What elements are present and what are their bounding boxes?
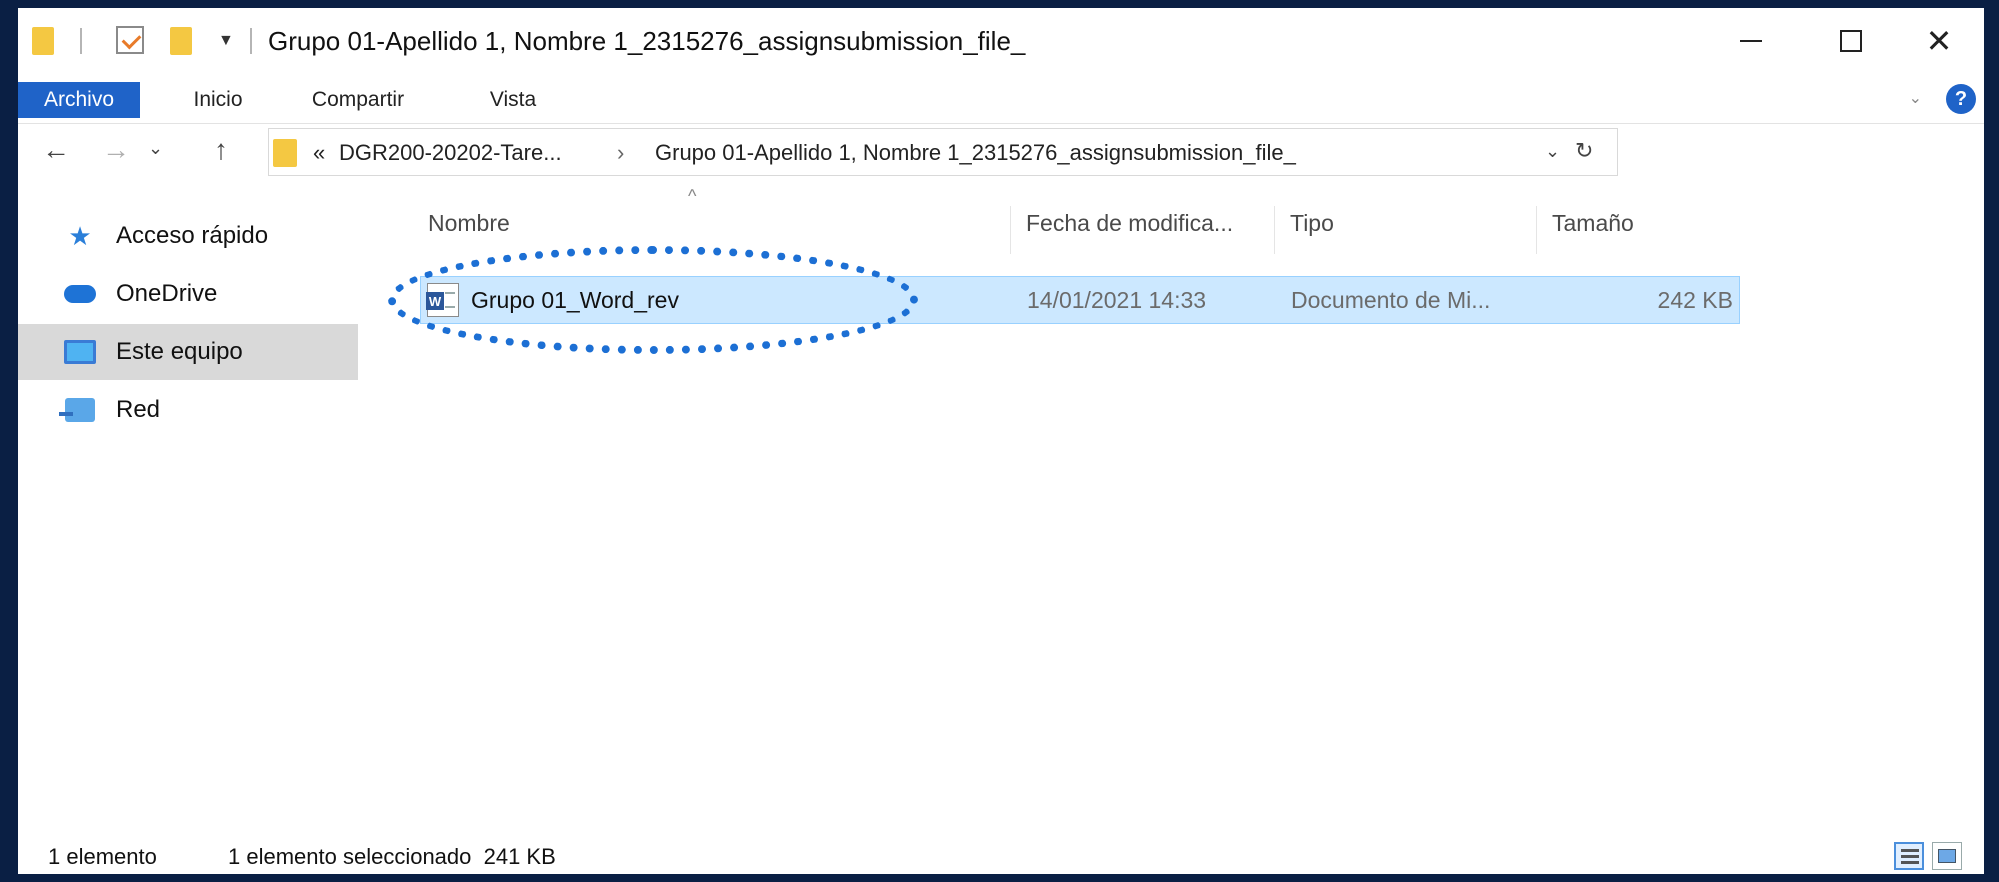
column-header-date[interactable]: Fecha de modifica... [1026,210,1233,250]
forward-arrow-icon[interactable]: → [102,134,130,166]
sidebar-item-label: Este equipo [116,338,243,365]
recent-locations-icon[interactable]: ⌄ [148,138,163,159]
status-bar: 1 elemento 1 elemento seleccionado 241 K… [18,838,1984,874]
large-icons-view-button[interactable] [1932,842,1962,870]
maximize-button[interactable] [1806,8,1896,74]
navigation-bar: ← → ⌄ ↑ « DGR200-20202-Tare... › Grupo 0… [18,124,1984,180]
help-icon[interactable]: ? [1946,84,1976,114]
address-bar[interactable]: « DGR200-20202-Tare... › Grupo 01-Apelli… [268,128,1618,176]
details-view-button[interactable] [1894,842,1924,870]
selection-info: 1 elemento seleccionado 241 KB [228,844,556,869]
details-view-icon [1901,849,1919,865]
address-dropdown-icon[interactable]: ⌄ [1545,141,1560,162]
file-list: ^ Nombre Fecha de modifica... Tipo Tamañ… [388,186,1978,826]
quick-access-dropdown-icon[interactable]: ▼ [218,32,234,50]
file-size: 242 KB [1657,287,1733,313]
breadcrumb-separator[interactable]: › [617,140,624,166]
minimize-button[interactable] [1706,8,1796,74]
tab-vista[interactable]: Vista [468,82,558,118]
window-title: Grupo 01-Apellido 1, Nombre 1_2315276_as… [268,26,1026,56]
column-divider[interactable] [1010,206,1011,254]
column-header-name[interactable]: Nombre [428,210,510,250]
star-icon: ★ [68,220,92,251]
sidebar-item-acceso-rapido[interactable]: ★ Acceso rápido [18,208,358,264]
highlight-annotation [388,246,918,354]
refresh-icon[interactable]: ↻ [1575,138,1593,164]
address-overflow[interactable]: « [313,140,325,166]
breadcrumb-segment[interactable]: DGR200-20202-Tare... [339,140,562,166]
close-icon: ✕ [1925,23,1953,59]
navigation-pane: ★ Acceso rápido OneDrive Este equipo Red [18,208,358,828]
properties-icon[interactable] [116,26,144,54]
folder-icon[interactable] [32,27,54,55]
sort-ascending-icon: ^ [688,186,697,206]
item-count: 1 elemento [48,844,157,869]
folder-icon [273,139,297,167]
cloud-icon [64,280,96,308]
sidebar-item-label: Red [116,396,161,423]
minimize-icon [1740,40,1762,42]
sidebar-item-este-equipo[interactable]: Este equipo [18,324,358,380]
toolbar-divider [80,28,82,54]
breadcrumb-segment[interactable]: Grupo 01-Apellido 1, Nombre 1_2315276_as… [655,140,1296,166]
expand-ribbon-icon[interactable]: ⌄ [1909,88,1922,108]
tab-archivo[interactable]: Archivo [18,82,140,118]
sidebar-item-onedrive[interactable]: OneDrive [18,266,358,322]
up-arrow-icon[interactable]: ↑ [214,134,228,166]
sidebar-item-label: Acceso rápido [116,222,269,249]
computer-icon [64,338,96,366]
column-divider[interactable] [1274,206,1275,254]
back-arrow-icon[interactable]: ← [42,134,70,166]
maximize-icon [1840,30,1862,52]
column-header-type[interactable]: Tipo [1290,210,1334,250]
sidebar-item-red[interactable]: Red [18,382,358,438]
column-divider[interactable] [1536,206,1537,254]
ribbon-tabs: Archivo Inicio Compartir Vista ⌄ ? [18,74,1984,124]
explorer-window: ▼ Grupo 01-Apellido 1, Nombre 1_2315276_… [18,8,1984,874]
title-bar: ▼ Grupo 01-Apellido 1, Nombre 1_2315276_… [18,8,1984,74]
tab-inicio[interactable]: Inicio [168,82,268,118]
new-folder-icon[interactable] [170,27,192,55]
network-icon [59,396,96,424]
large-icons-view-icon [1938,849,1956,863]
file-type: Documento de Mi... [1291,287,1491,313]
tab-compartir[interactable]: Compartir [288,82,428,118]
file-date: 14/01/2021 14:33 [1027,287,1207,313]
column-header-size[interactable]: Tamaño [1552,210,1634,250]
sidebar-item-label: OneDrive [116,280,218,307]
toolbar-divider [250,28,252,54]
close-button[interactable]: ✕ [1894,8,1984,74]
